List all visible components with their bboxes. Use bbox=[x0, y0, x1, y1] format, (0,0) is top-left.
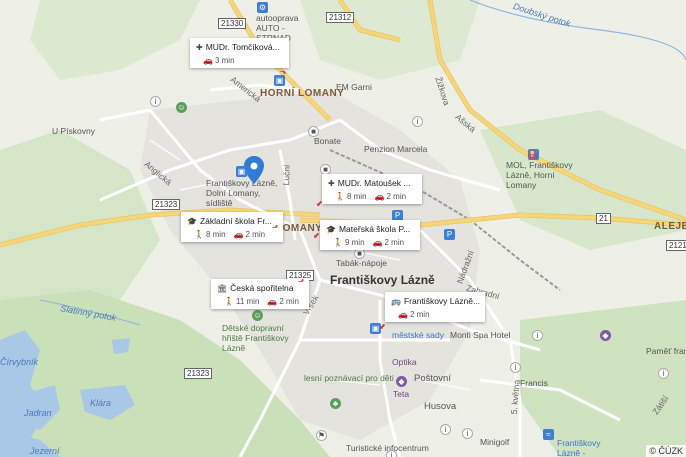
walk-time: 8 min bbox=[346, 192, 367, 201]
fuel-station-icon[interactable]: ⛽ bbox=[528, 149, 539, 160]
card-pointer-icon: ⬋ bbox=[316, 199, 323, 208]
info-icon[interactable]: i bbox=[658, 368, 669, 379]
graduation-cap-icon: 🎓 bbox=[187, 216, 197, 226]
district-label-horni-lomany: HORNÍ LOMANY bbox=[260, 88, 345, 99]
district-label-aleje: ALEJE- bbox=[654, 221, 686, 232]
place-label-detske-hriste: Dětské dopravní hřiště Františkovy Lázně bbox=[222, 323, 289, 353]
info-icon[interactable]: i bbox=[150, 96, 161, 107]
card-pointer-icon: ⬏ bbox=[298, 277, 305, 286]
road-shield-21312: 21312 bbox=[326, 12, 355, 23]
street-label-postovni: Poštovní bbox=[414, 373, 451, 384]
card-pointer-icon: ⬎ bbox=[280, 67, 287, 76]
memorial-icon[interactable]: ◆ bbox=[600, 330, 611, 341]
medical-cross-icon: ✚ bbox=[196, 42, 203, 52]
place-label-francis: Francis bbox=[520, 378, 548, 388]
place-label-tabak: Tabák-nápoje bbox=[336, 258, 388, 268]
playground-icon[interactable]: ☺ bbox=[252, 310, 263, 321]
place-label-monti-spa: Monti Spa Hotel bbox=[450, 330, 511, 340]
drive-time: 2 min bbox=[279, 297, 299, 306]
poi-card-title: Česká spořitelna bbox=[230, 283, 294, 293]
car-icon: 🚗 bbox=[398, 310, 408, 319]
water-label-cirvybnik: Čírvybník bbox=[0, 357, 39, 367]
walking-icon: 🚶 bbox=[224, 297, 234, 306]
drive-time: 3 min bbox=[214, 56, 235, 65]
swimming-icon[interactable]: ≈ bbox=[543, 429, 554, 440]
place-label-em-garni: EM Garni bbox=[336, 82, 372, 92]
road-shield-2121: 2121 bbox=[666, 240, 686, 251]
town-label-frantiskovy-lazne: Františkovy Lázně bbox=[330, 273, 435, 287]
map-canvas[interactable]: HORNÍ LOMANY LOMANY ALEJE- Františkovy L… bbox=[0, 0, 686, 457]
drive-time: 2 min bbox=[409, 310, 430, 319]
poi-card-title: Základní škola Fr... bbox=[199, 216, 272, 226]
info-icon[interactable]: i bbox=[532, 330, 543, 341]
drive-time: 2 min bbox=[245, 230, 266, 239]
walking-icon: 🚶 bbox=[194, 230, 204, 239]
bank-icon: 🏛 bbox=[217, 283, 228, 293]
walking-icon: 🚶 bbox=[333, 238, 343, 247]
medical-cross-icon: ✚ bbox=[328, 178, 335, 188]
shop-icon[interactable]: ◆ bbox=[396, 376, 407, 387]
place-label-bonate: Bonate bbox=[314, 136, 341, 146]
poi-card-doctor-tomcikova[interactable]: ✚ MUDr. Tomčíková... 🚗 3 min bbox=[190, 38, 289, 68]
place-label-minigolf: Minigolf bbox=[480, 437, 510, 447]
water-label-jadran: Jadran bbox=[24, 408, 52, 418]
walk-time: 9 min bbox=[344, 238, 365, 247]
golf-icon[interactable]: ⚑ bbox=[316, 430, 327, 441]
street-label-lucni: Luční bbox=[281, 164, 292, 186]
walk-time: 11 min bbox=[235, 297, 260, 306]
info-icon[interactable]: i bbox=[462, 428, 473, 439]
park-icon[interactable]: ♣ bbox=[330, 398, 341, 409]
place-label-mol: MOL, Františkovy Lázně, Horní Lomany bbox=[506, 160, 573, 190]
poi-card-title: Mateřská škola P... bbox=[338, 224, 411, 234]
parking-icon[interactable]: P bbox=[444, 229, 455, 240]
walking-icon: 🚶 bbox=[335, 192, 345, 201]
poi-card-school-zakladni[interactable]: 🎓 Základní škola Fr... 🚶 8 min 🚗 2 min bbox=[181, 212, 283, 242]
walk-time: 8 min bbox=[205, 230, 226, 239]
card-pointer-icon: ⬋ bbox=[313, 231, 320, 240]
water-label-klara: Klára bbox=[90, 398, 112, 408]
car-icon: 🚗 bbox=[233, 230, 244, 239]
card-pointer-icon: ⬏ bbox=[272, 223, 279, 232]
street-label-husova: Husova bbox=[424, 401, 457, 412]
place-label-lesni: lesní poznávací pro děti bbox=[304, 373, 394, 383]
place-label-pamet: Paměť franti bbox=[646, 346, 686, 356]
bus-stop-icon[interactable]: ▣ bbox=[274, 75, 285, 86]
water-label-jezerni: Jezerní bbox=[30, 446, 60, 456]
place-label-mestske-sady: městské sady bbox=[392, 330, 444, 340]
car-icon: 🚗 bbox=[374, 192, 385, 201]
poi-card-bus-frantiskovy-lazne[interactable]: 🚌 Františkovy Lázně... 🚗 2 min bbox=[385, 292, 485, 322]
place-label-optika: Optika bbox=[392, 357, 417, 367]
graduation-cap-icon: 🎓 bbox=[326, 224, 336, 234]
playground-icon[interactable]: ☺ bbox=[176, 102, 187, 113]
hotel-icon[interactable]: ■ bbox=[308, 126, 319, 137]
place-label-penzion-marcela: Penzion Marcela bbox=[364, 144, 428, 154]
car-icon: 🚗 bbox=[372, 238, 383, 247]
place-label-teta: Teta bbox=[393, 389, 410, 399]
map-pin-icon[interactable] bbox=[244, 156, 264, 189]
poi-card-title: Františkovy Lázně... bbox=[403, 296, 481, 306]
card-pointer-icon: ⬋ bbox=[379, 322, 386, 331]
info-icon[interactable]: i bbox=[510, 362, 521, 373]
map-copyright: © ČÚZK bbox=[646, 445, 686, 457]
road-shield-21: 21 bbox=[596, 213, 611, 224]
drive-time: 2 min bbox=[384, 238, 405, 247]
road-shield-21330: 21330 bbox=[218, 18, 247, 29]
place-label-u-piskovny: U Pískovny bbox=[52, 126, 95, 136]
road-shield-21323-south: 21323 bbox=[184, 368, 213, 379]
poi-card-school-materska[interactable]: 🎓 Mateřská škola P... 🚶 9 min 🚗 2 min bbox=[320, 220, 420, 250]
poi-card-bank-ceska-sporitelna[interactable]: 🏛 Česká spořitelna 🚶 11 min 🚗 2 min bbox=[211, 279, 309, 309]
info-icon[interactable]: i bbox=[440, 424, 451, 435]
poi-card-title: MUDr. Tomčíková... bbox=[205, 42, 280, 52]
car-icon: 🚗 bbox=[267, 297, 278, 306]
car-icon: 🚗 bbox=[203, 56, 213, 65]
poi-card-doctor-matousek[interactable]: ✚ MUDr. Matoušek ... 🚶 8 min 🚗 2 min bbox=[322, 174, 422, 204]
info-icon[interactable]: i bbox=[386, 450, 397, 457]
place-label-aquaforum: Františkovy Lázně - Aquaforum bbox=[557, 438, 601, 457]
info-icon[interactable]: i bbox=[412, 116, 423, 127]
car-service-icon[interactable]: ⚙ bbox=[257, 2, 268, 13]
poi-card-title: MUDr. Matoušek ... bbox=[337, 178, 411, 188]
drive-time: 2 min bbox=[386, 192, 407, 201]
bus-icon: 🚌 bbox=[391, 296, 401, 306]
road-shield-21323: 21323 bbox=[152, 199, 181, 210]
